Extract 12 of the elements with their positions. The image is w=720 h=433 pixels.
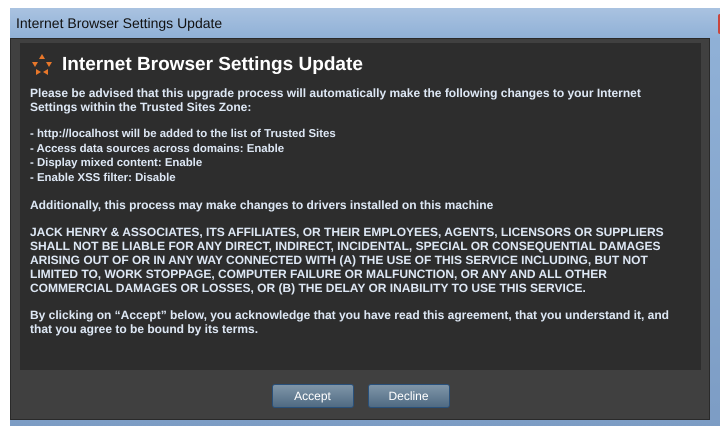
dialog-button[interactable]: Accept (272, 384, 354, 408)
dialog-heading: Internet Browser Settings Update (62, 54, 363, 76)
list-item: - http://localhost will be added to the list of Trusted Sites (30, 127, 337, 142)
list-item: - Enable XSS filter: Disable (30, 170, 177, 185)
paragraph: JACK HENRY & ASSOCIATES, ITS AFFILIATES, OR THEIR EMPLOYEES, AGENTS, LICENSORS OR SUPPLIERS SHALL NOT BE LIABLE FOR ANY DIRECT, INDIRECT, INCIDENTAL, SPECIAL OR CONSEQUENTIAL DAMAGES ARISING OUT OF OR IN ANY WAY CONNECTED WITH (A) THE USE OF THIS SERVICE INCLUDING, BUT NOT LIMITED TO, WORK STOPPAGE, COMPUTER FAILURE OR MALFUNCTION, OR ANY AND ALL OTHER COMMERCIAL DAMAGES OR LOSSES, OR (B) THE DELAY OR INABILITY TO USE THIS SERVICE. (30, 225, 665, 295)
list-item: - Access data sources across domains: Enable (30, 142, 286, 156)
window-title: Internet Browser Settings Update (16, 15, 222, 31)
dialog-button[interactable]: Decline (368, 384, 450, 408)
list-item: - Display mixed content: Enable (30, 156, 204, 170)
paragraph: By clicking on “Accept” below, you acknowledge that you have read this agreement, that you understand it, and that you agree to be bound by its terms. (30, 308, 670, 336)
paragraph: Please be advised that this upgrade process will automatically make the following changes to your Internet Settings within the Trusted Sites Zone: (30, 86, 642, 114)
paragraph: Additionally, this process may make changes to drivers installed on this machine (30, 198, 494, 212)
